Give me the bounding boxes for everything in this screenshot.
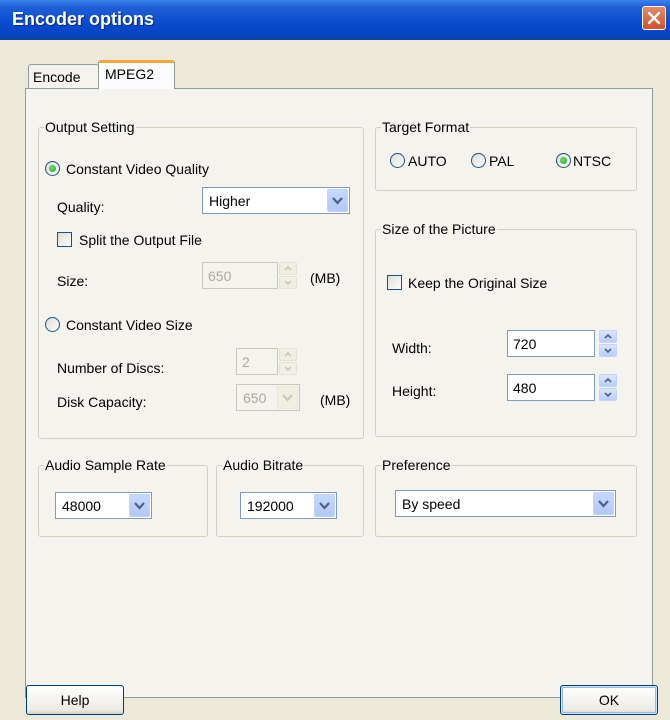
chevron-down-icon[interactable] [327, 189, 348, 212]
keep-original-size-checkbox[interactable] [387, 275, 402, 290]
capacity-label: Disk Capacity: [57, 394, 147, 410]
height-spinner[interactable] [599, 374, 617, 401]
discs-input[interactable]: 2 [236, 348, 278, 375]
tab-label: Encode [33, 69, 81, 85]
audio-sample-rate-value: 48000 [62, 498, 101, 514]
tab-mpeg2[interactable]: MPEG2 [98, 60, 175, 89]
ok-button[interactable]: OK [560, 685, 658, 715]
title-bar[interactable]: Encoder options [0, 0, 670, 40]
capacity-select[interactable]: 650 [236, 384, 300, 411]
target-auto-radio[interactable] [390, 153, 405, 168]
constant-quality-radio[interactable] [45, 161, 60, 176]
width-label: Width: [392, 340, 432, 356]
target-auto-label[interactable]: AUTO [408, 152, 447, 170]
audio-bitrate-select[interactable]: 192000 [240, 492, 337, 519]
width-spinner[interactable] [599, 330, 617, 357]
ok-button-label: OK [598, 692, 620, 708]
close-icon [647, 11, 661, 25]
chevron-down-icon[interactable] [593, 492, 614, 515]
spin-up-icon[interactable] [279, 348, 297, 361]
tab-encode[interactable]: Encode [28, 64, 99, 88]
preference-value: By speed [402, 496, 461, 512]
close-button[interactable] [642, 6, 666, 30]
help-button[interactable]: Help [26, 685, 124, 715]
tab-label: MPEG2 [105, 66, 155, 82]
spin-down-icon[interactable] [599, 388, 617, 401]
target-format-title: Target Format [381, 118, 471, 136]
audio-bitrate-group: Audio Bitrate 192000 [216, 456, 364, 537]
height-label: Height: [392, 383, 437, 399]
audio-sample-rate-select[interactable]: 48000 [55, 492, 152, 519]
target-pal-radio[interactable] [471, 153, 486, 168]
spin-up-icon[interactable] [279, 262, 297, 275]
target-ntsc-radio[interactable] [556, 153, 571, 168]
spin-down-icon[interactable] [279, 276, 297, 289]
height-value: 480 [513, 380, 537, 396]
encoder-options-window: Encoder options Encode MPEG2 Output Sett… [0, 0, 670, 720]
spin-down-icon[interactable] [599, 344, 617, 357]
size-spinner[interactable] [279, 262, 297, 289]
preference-select[interactable]: By speed [395, 490, 616, 517]
discs-label: Number of Discs: [57, 360, 165, 376]
output-setting-group: Output Setting Constant Video Quality Qu… [38, 118, 364, 439]
height-input[interactable]: 480 [507, 374, 595, 401]
discs-spinner[interactable] [279, 348, 297, 375]
picture-size-group: Size of the Picture Keep the Original Si… [375, 220, 637, 437]
output-setting-title: Output Setting [44, 118, 136, 136]
size-label: Size: [57, 273, 89, 289]
quality-select[interactable]: Higher [202, 187, 350, 214]
quality-label: Quality: [57, 199, 105, 215]
chevron-down-icon[interactable] [314, 494, 335, 517]
audio-sample-rate-group: Audio Sample Rate 48000 [38, 456, 208, 537]
preference-title: Preference [381, 456, 452, 474]
target-ntsc-label[interactable]: NTSC [573, 152, 611, 170]
window-title: Encoder options [12, 9, 155, 29]
keep-original-size-label[interactable]: Keep the Original Size [408, 274, 547, 292]
split-output-checkbox[interactable] [57, 232, 72, 247]
audio-sample-rate-title: Audio Sample Rate [44, 456, 167, 474]
size-input[interactable]: 650 [202, 262, 278, 289]
chevron-down-icon[interactable] [277, 386, 298, 409]
constant-size-label[interactable]: Constant Video Size [66, 316, 193, 334]
mpeg2-tab-panel: Output Setting Constant Video Quality Qu… [25, 88, 653, 698]
preference-group: Preference By speed [375, 456, 637, 537]
size-unit: (MB) [310, 270, 341, 286]
target-format-group: Target Format AUTO PAL NTSC [375, 118, 637, 191]
audio-bitrate-value: 192000 [247, 498, 294, 514]
constant-size-radio[interactable] [45, 317, 60, 332]
split-output-label[interactable]: Split the Output File [79, 231, 202, 249]
spin-up-icon[interactable] [599, 374, 617, 387]
target-pal-label[interactable]: PAL [489, 152, 514, 170]
width-value: 720 [513, 336, 537, 352]
picture-size-title: Size of the Picture [381, 220, 497, 238]
capacity-unit: (MB) [320, 392, 351, 408]
spin-down-icon[interactable] [279, 362, 297, 375]
spin-up-icon[interactable] [599, 330, 617, 343]
discs-value: 2 [242, 354, 250, 370]
capacity-value: 650 [243, 390, 267, 406]
quality-value: Higher [209, 193, 251, 209]
width-input[interactable]: 720 [507, 330, 595, 357]
constant-quality-label[interactable]: Constant Video Quality [66, 160, 209, 178]
size-value: 650 [208, 268, 232, 284]
help-button-label: Help [60, 692, 90, 708]
chevron-down-icon[interactable] [129, 494, 150, 517]
audio-bitrate-title: Audio Bitrate [222, 456, 305, 474]
